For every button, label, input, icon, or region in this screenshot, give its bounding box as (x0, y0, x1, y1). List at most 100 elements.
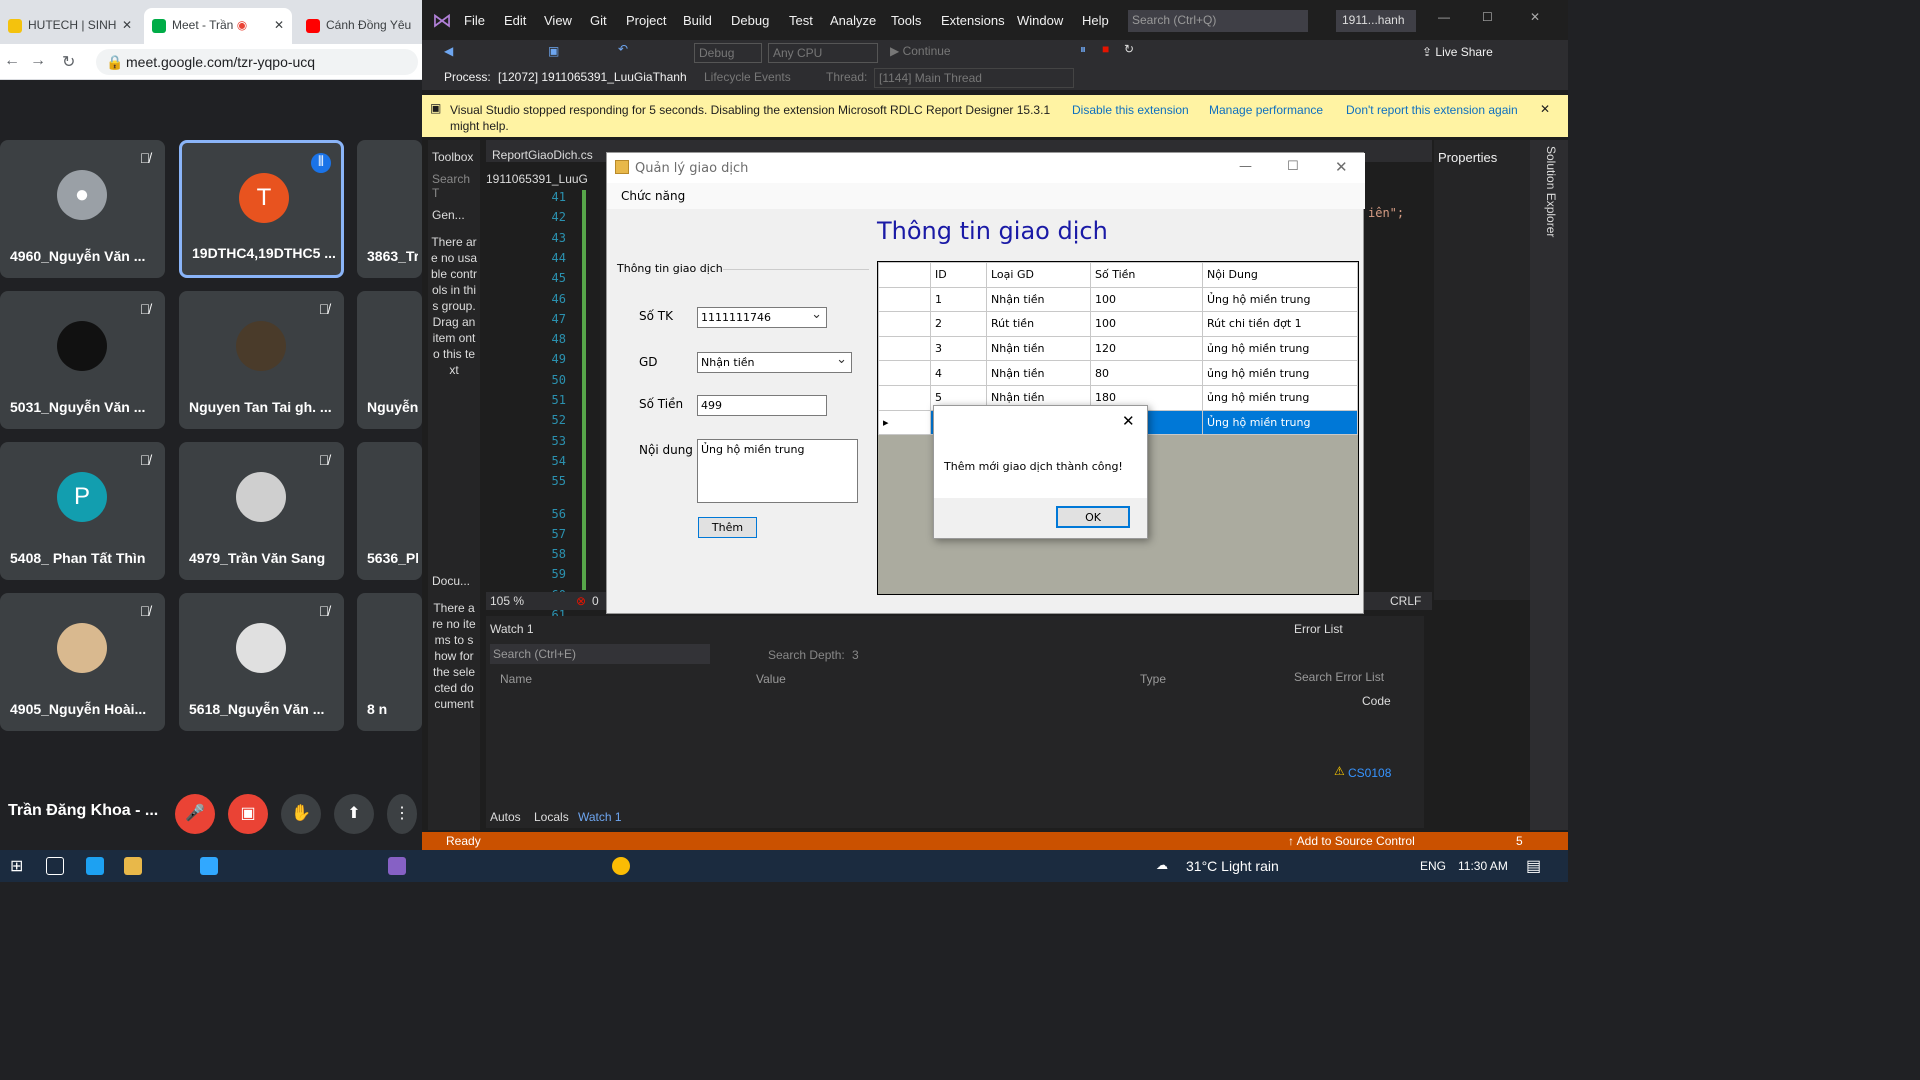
menu-debug[interactable]: Debug (731, 13, 769, 28)
pause-icon[interactable]: ⏸ (1080, 42, 1086, 57)
table-row[interactable]: 2 Rút tiền 100 Rút chi tiền đợt 1 (878, 311, 1358, 337)
solution-explorer-tab[interactable]: Solution Explorer (1530, 140, 1568, 830)
cell-content[interactable]: ủng hộ miền trung (1202, 384, 1358, 411)
stop-icon[interactable]: ■ (1102, 42, 1109, 56)
chrome-icon[interactable] (612, 857, 630, 875)
notifications-icon[interactable]: 5 (1516, 834, 1523, 848)
cell-amount[interactable]: 100 (1090, 311, 1203, 337)
thread-select[interactable]: [1144] Main Thread (874, 68, 1074, 88)
cell-content[interactable]: ủng hộ miền trung (1202, 335, 1358, 362)
participant-tile[interactable]: 3863_Tr (357, 140, 422, 278)
menu-project[interactable]: Project (626, 13, 666, 28)
tab-locals[interactable]: Locals (534, 810, 569, 824)
weather-text[interactable]: 31°C Light rain (1186, 858, 1279, 874)
minimize-icon[interactable]: — (1438, 10, 1450, 24)
row-header[interactable] (878, 335, 931, 362)
back-icon[interactable]: ← (4, 52, 20, 70)
table-row[interactable]: 3 Nhận tiền 120 ủng hộ miền trung (878, 335, 1358, 362)
participant-tile[interactable]: ● 🎙̸ 4960_Nguyễn Văn ... (0, 140, 165, 278)
cell-content[interactable]: Ủng hộ miền trung (1202, 409, 1358, 436)
photoshop-icon[interactable] (200, 857, 218, 875)
amount-input[interactable]: 499 (697, 395, 827, 416)
forward-icon[interactable]: → (30, 52, 46, 70)
cell-id[interactable]: 1 (930, 286, 987, 313)
present-button[interactable]: ⬆ (334, 794, 374, 834)
column-content[interactable]: Nội Dung (1202, 262, 1358, 288)
add-to-source-control-button[interactable]: ↑ Add to Source Control (1288, 834, 1415, 848)
account-combobox[interactable]: 1111111746 (697, 307, 827, 328)
close-tab-icon[interactable]: ✕ (122, 18, 132, 32)
live-share-button[interactable]: ⇪ Live Share (1422, 45, 1493, 59)
cell-amount[interactable]: 120 (1090, 335, 1203, 362)
participant-tile[interactable]: 🎙̸ 5618_Nguyễn Văn ... (179, 593, 344, 731)
browser-tab-youtube[interactable]: Cánh Đồng Yêu (298, 8, 422, 44)
browser-tab-meet[interactable]: Meet - Trần ◉ ✕ (144, 8, 292, 44)
editor-file-select[interactable]: 1911065391_LuuG (486, 172, 606, 186)
cell-amount[interactable]: 100 (1090, 286, 1203, 313)
menu-git[interactable]: Git (590, 13, 607, 28)
search-depth-select[interactable]: 3 (852, 648, 859, 662)
form-minimize-icon[interactable]: — (1239, 159, 1252, 174)
menu-tools[interactable]: Tools (891, 13, 921, 28)
maximize-icon[interactable]: ☐ (1482, 10, 1493, 24)
navigate-back-icon[interactable]: ◀ (444, 44, 453, 58)
row-header[interactable] (878, 311, 931, 337)
cell-type[interactable]: Nhận tiền (986, 360, 1091, 386)
participant-tile[interactable]: 🎙̸ 4905_Nguyễn Hoài... (0, 593, 165, 731)
mic-toggle-button[interactable]: 🎤 (175, 794, 215, 834)
lifecycle-events-select[interactable]: Lifecycle Events (704, 70, 791, 84)
participant-tile-speaking[interactable]: T ⦀ 19DTHC4,19DTHC5 ... (179, 140, 344, 278)
cell-amount[interactable]: 80 (1090, 360, 1203, 386)
cell-id[interactable]: 3 (930, 335, 987, 362)
participant-tile[interactable]: Nguyễn (357, 291, 422, 429)
visual-studio-taskbar-icon[interactable] (388, 857, 406, 875)
column-id[interactable]: ID (930, 262, 987, 288)
participant-tile[interactable]: 🎙̸ Nguyen Tan Tai gh. ... (179, 291, 344, 429)
file-explorer-icon[interactable] (124, 857, 142, 875)
participant-tile[interactable]: 8 n (357, 593, 422, 731)
table-row[interactable]: 4 Nhận tiền 80 ủng hộ miền trung (878, 360, 1358, 386)
reload-icon[interactable]: ↻ (62, 52, 75, 72)
form-close-icon[interactable]: ✕ (1335, 158, 1348, 176)
error-code-link[interactable]: CS0108 (1348, 766, 1391, 780)
save-icon[interactable]: ▣ (548, 44, 559, 58)
participant-tile[interactable]: 🎙̸ 5031_Nguyễn Văn ... (0, 291, 165, 429)
cell-type[interactable]: Rút tiền (986, 311, 1091, 337)
ok-button[interactable]: OK (1056, 506, 1130, 528)
menu-test[interactable]: Test (789, 13, 813, 28)
toolbox-search[interactable]: Search T (428, 168, 480, 204)
menu-help[interactable]: Help (1082, 13, 1109, 28)
clock[interactable]: 11:30 AM (1458, 859, 1508, 873)
menu-edit[interactable]: Edit (504, 13, 526, 28)
toolbox-group[interactable]: Gen... (428, 204, 480, 226)
cell-content[interactable]: Ủng hộ miền trung (1202, 286, 1358, 313)
undo-icon[interactable]: ↶ (618, 42, 628, 56)
camera-toggle-button[interactable]: ▣ (228, 794, 268, 834)
row-header[interactable] (878, 384, 931, 411)
row-header[interactable] (878, 286, 931, 313)
process-select[interactable]: [12072] 1911065391_LuuGiaThanh (494, 68, 694, 88)
tab-report-giao-dich[interactable]: ReportGiaoDich.cs (492, 148, 593, 162)
menu-extensions[interactable]: Extensions (941, 13, 1005, 28)
menu-analyze[interactable]: Analyze (830, 13, 876, 28)
cell-type[interactable]: Nhận tiền (986, 335, 1091, 362)
participant-tile[interactable]: P 🎙̸ 5408_ Phan Tất Thìn (0, 442, 165, 580)
close-icon[interactable]: ✕ (1530, 10, 1540, 24)
tab-autos[interactable]: Autos (490, 810, 521, 824)
windows-start-icon[interactable]: ⊞ (10, 856, 23, 876)
restart-icon[interactable]: ↻ (1124, 42, 1134, 56)
continue-button[interactable]: ▶ Continue (890, 44, 951, 58)
vs-search-input[interactable]: Search (Ctrl+Q) (1128, 10, 1308, 32)
browser-tab-hutech[interactable]: HUTECH | SINH ✕ (0, 8, 140, 44)
menu-build[interactable]: Build (683, 13, 712, 28)
more-options-button[interactable]: ⋮ (387, 794, 417, 834)
type-combobox[interactable]: Nhận tiền (697, 352, 852, 373)
language-indicator[interactable]: ENG (1420, 859, 1446, 873)
edge-icon[interactable] (86, 857, 104, 875)
menu-window[interactable]: Window (1017, 13, 1063, 28)
content-textarea[interactable]: Ủng hộ miền trung (697, 439, 858, 503)
form-maximize-icon[interactable]: ☐ (1287, 159, 1299, 174)
column-amount[interactable]: Số Tiền (1090, 262, 1203, 288)
menu-file[interactable]: File (464, 13, 485, 28)
notification-center-icon[interactable]: ▤ (1526, 856, 1541, 876)
